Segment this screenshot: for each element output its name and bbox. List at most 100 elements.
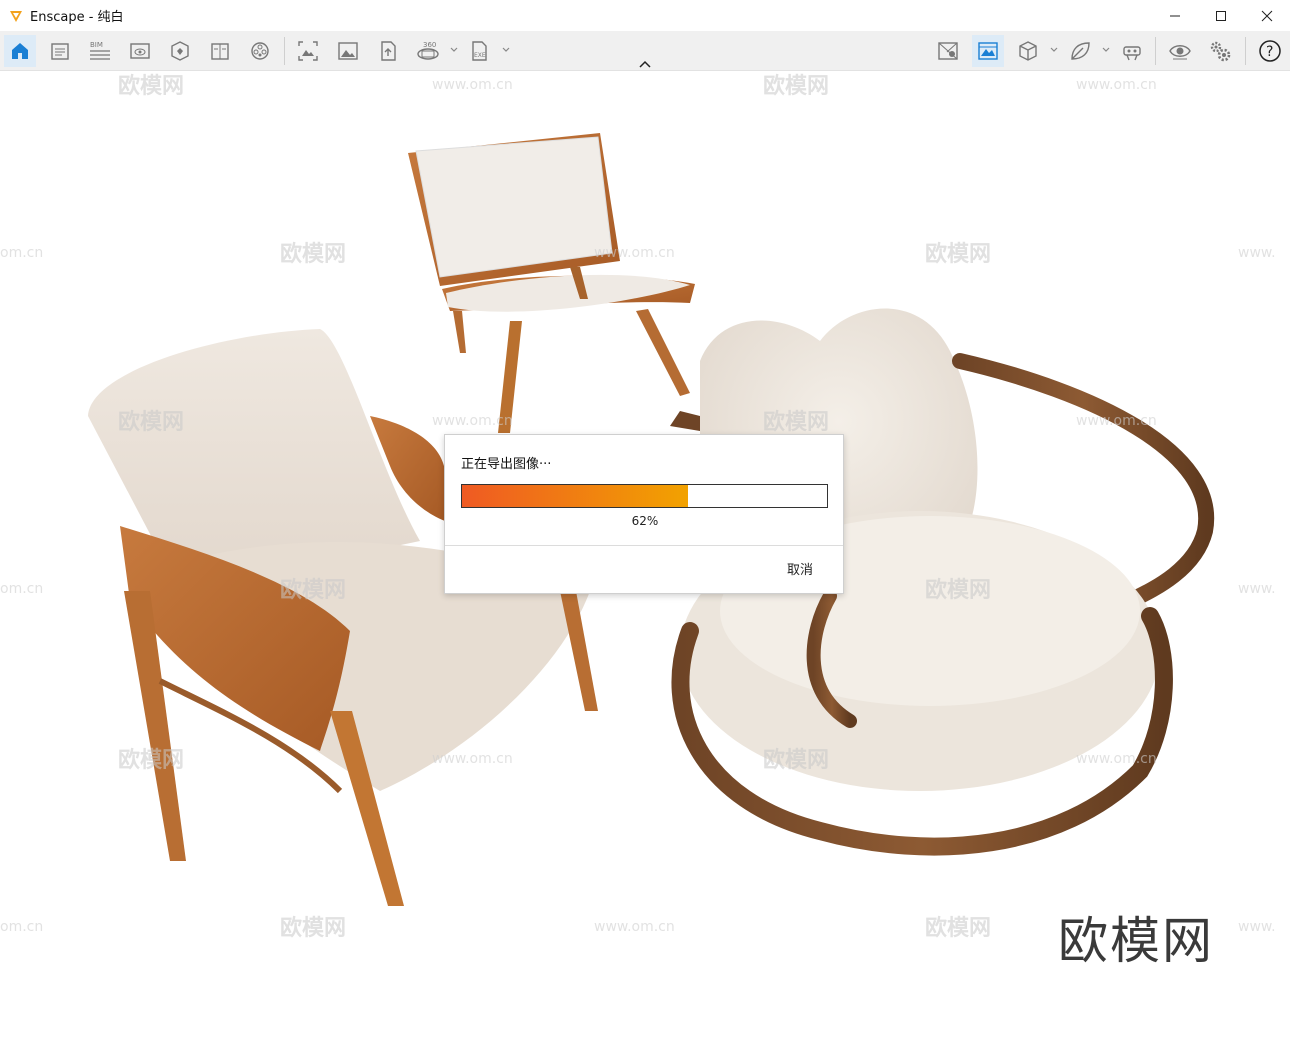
watermark: 欧模网	[118, 73, 184, 99]
book-icon	[211, 43, 229, 60]
window-title: Enscape - 纯白	[30, 10, 124, 25]
small-lounge-chair	[408, 133, 695, 433]
exe-dropdown[interactable]	[501, 45, 511, 55]
book-button[interactable]	[204, 35, 236, 67]
panorama-360-icon: 360	[417, 41, 439, 60]
pano-label: 360	[423, 41, 436, 49]
minimize-icon	[1170, 15, 1180, 16]
watermark: 欧模网	[925, 577, 991, 603]
watermark-url: om.cn	[0, 581, 43, 597]
screenshot-icon	[298, 41, 318, 61]
exe-label: EXE	[474, 52, 486, 59]
cube-dropdown[interactable]	[1049, 45, 1059, 55]
bim-button[interactable]: BIM	[84, 35, 116, 67]
leaf-icon	[1071, 42, 1090, 60]
home-icon	[12, 43, 28, 59]
toolbar-separator	[1155, 37, 1156, 65]
document-button[interactable]	[44, 35, 76, 67]
exe-export-button[interactable]: EXE	[464, 35, 496, 67]
watermark-url: www.om.cn	[1076, 77, 1157, 93]
render-image-button[interactable]	[332, 35, 364, 67]
help-button[interactable]: ?	[1254, 35, 1286, 67]
watermark-url: www.	[1238, 581, 1276, 597]
progress-fill	[462, 485, 689, 507]
export-progress-dialog: 正在导出图像··· 62% 取消	[444, 434, 844, 594]
home-button[interactable]	[4, 35, 36, 67]
help-label: ?	[1266, 44, 1273, 60]
dialog-divider	[445, 545, 843, 546]
bim-icon: BIM	[90, 41, 110, 60]
minimize-button[interactable]	[1152, 0, 1198, 31]
vr-headset-button[interactable]	[1116, 35, 1148, 67]
chevron-down-icon	[450, 47, 458, 52]
brand-watermark: 欧模网	[1058, 912, 1214, 970]
watermark-url: om.cn	[0, 245, 43, 261]
visual-settings-button[interactable]	[972, 35, 1004, 67]
asset-library-button[interactable]	[164, 35, 196, 67]
chevron-down-icon	[1050, 47, 1058, 52]
watermark: 欧模网	[118, 747, 184, 773]
dialog-message: 正在导出图像···	[461, 457, 552, 472]
watermark-url: www.	[1238, 245, 1276, 261]
upload-button[interactable]	[372, 35, 404, 67]
watermark-url: www.om.cn	[432, 77, 513, 93]
map-button[interactable]	[932, 35, 964, 67]
watermark: 欧模网	[118, 409, 184, 435]
close-icon	[1261, 10, 1273, 21]
settings-icon	[1210, 41, 1231, 62]
view-icon	[130, 43, 150, 59]
eye-button[interactable]	[1164, 35, 1196, 67]
map-icon	[938, 42, 958, 60]
image-icon	[338, 42, 358, 60]
chevron-down-icon	[502, 47, 510, 52]
watermark-url: www.om.cn	[594, 919, 675, 935]
watermark-url: www.om.cn	[1076, 751, 1157, 767]
chevron-down-icon	[1102, 47, 1110, 52]
watermark: 欧模网	[925, 241, 991, 267]
progress-percent-label: 62%	[631, 514, 659, 528]
toolbar-separator	[1245, 37, 1246, 65]
watermark-url: www.	[1238, 919, 1276, 935]
export-progress-bar	[461, 484, 828, 508]
help-icon: ?	[1259, 40, 1281, 62]
video-button[interactable]	[244, 35, 276, 67]
eye-icon	[1169, 45, 1191, 60]
collapse-toolbar-toggle[interactable]	[636, 57, 654, 71]
watermark: 欧模网	[280, 577, 346, 603]
view-button[interactable]	[124, 35, 156, 67]
watermark-url: www.om.cn	[594, 245, 675, 261]
watermark-url: www.om.cn	[432, 751, 513, 767]
cancel-button[interactable]: 取消	[787, 559, 813, 578]
watermark-url: www.om.cn	[1076, 413, 1157, 429]
visual-settings-icon	[978, 42, 998, 60]
upload-icon	[381, 41, 396, 61]
watermark: 欧模网	[763, 747, 829, 773]
watermark: 欧模网	[280, 915, 346, 941]
vr-headset-icon	[1123, 46, 1141, 61]
enscape-logo-icon	[10, 10, 22, 22]
maximize-icon	[1216, 10, 1226, 21]
exe-export-icon: EXE	[472, 41, 487, 61]
bim-label: BIM	[90, 41, 103, 49]
panorama-button[interactable]: 360	[412, 35, 444, 67]
close-button[interactable]	[1244, 0, 1290, 31]
title-bar: Enscape - 纯白	[0, 0, 1290, 31]
watermark: 欧模网	[925, 915, 991, 941]
asset-icon	[171, 41, 189, 61]
leaf-dropdown[interactable]	[1101, 45, 1111, 55]
watermark: 欧模网	[280, 241, 346, 267]
maximize-button[interactable]	[1198, 0, 1244, 31]
video-icon	[251, 42, 269, 60]
cube-icon	[1019, 41, 1037, 61]
leaf-button[interactable]	[1064, 35, 1096, 67]
settings-button[interactable]	[1204, 35, 1236, 67]
watermark-url: om.cn	[0, 919, 43, 935]
toolbar-separator	[284, 37, 285, 65]
watermark: 欧模网	[763, 73, 829, 99]
cube-button[interactable]	[1012, 35, 1044, 67]
watermark-url: www.om.cn	[432, 413, 513, 429]
chevron-up-icon	[639, 60, 651, 68]
watermark: 欧模网	[763, 409, 829, 435]
panorama-dropdown[interactable]	[449, 45, 459, 55]
screenshot-button[interactable]	[292, 35, 324, 67]
